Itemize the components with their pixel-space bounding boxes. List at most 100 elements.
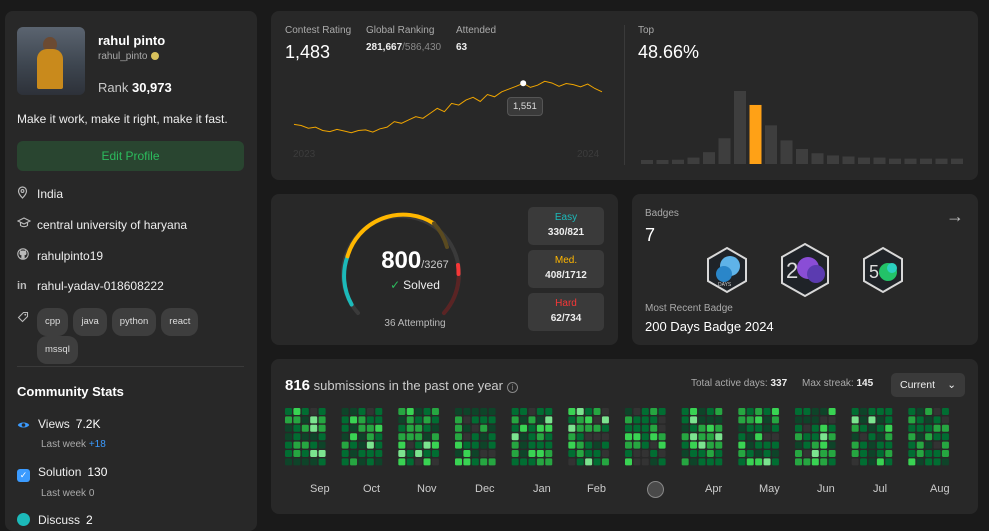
heatmap-cell[interactable] (301, 458, 309, 466)
heatmap-cell[interactable] (301, 433, 309, 441)
heatmap-cell[interactable] (690, 450, 698, 457)
heatmap-cell[interactable] (545, 416, 553, 424)
heatmap-cell[interactable] (820, 433, 828, 441)
heatmap-cell[interactable] (528, 416, 536, 424)
heatmap-cell[interactable] (601, 450, 609, 457)
heatmap-cell[interactable] (706, 424, 714, 432)
heatmap-cell[interactable] (375, 416, 383, 424)
heatmap-cell[interactable] (658, 458, 666, 466)
heatmap-cell[interactable] (746, 458, 754, 466)
heatmap-cell[interactable] (820, 416, 828, 424)
heatmap-cell[interactable] (763, 408, 771, 415)
histogram-bar[interactable] (656, 160, 669, 164)
heatmap-cell[interactable] (455, 408, 462, 415)
heatmap-cell[interactable] (545, 424, 553, 432)
heatmap-cell[interactable] (511, 424, 519, 432)
heatmap-cell[interactable] (860, 458, 868, 466)
heatmap-cell[interactable] (868, 450, 876, 457)
heatmap-cell[interactable] (406, 416, 414, 424)
heatmap-cell[interactable] (406, 433, 414, 441)
heatmap-cell[interactable] (431, 450, 439, 457)
heatmap-cell[interactable] (528, 458, 536, 466)
heatmap-cell[interactable] (650, 458, 658, 466)
heatmap-cell[interactable] (706, 458, 714, 466)
heatmap-cell[interactable] (415, 416, 423, 424)
heatmap-cell[interactable] (650, 416, 658, 424)
heatmap-cell[interactable] (480, 408, 488, 415)
heatmap-cell[interactable] (803, 408, 811, 415)
skill-tag[interactable]: java (73, 308, 107, 336)
heatmap-cell[interactable] (423, 441, 431, 449)
heatmap-cell[interactable] (375, 458, 383, 466)
heatmap-cell[interactable] (358, 416, 366, 424)
heatmap-cell[interactable] (633, 408, 641, 415)
heatmap-cell[interactable] (811, 408, 819, 415)
histogram-bar[interactable] (811, 153, 824, 164)
medium-box[interactable]: Med. 408/1712 (528, 250, 604, 288)
histogram-bar[interactable] (703, 152, 715, 164)
heatmap-cell[interactable] (471, 450, 479, 457)
heatmap-cell[interactable] (585, 433, 593, 441)
heatmap-cell[interactable] (803, 416, 811, 424)
heatmap-cell[interactable] (755, 408, 763, 415)
heatmap-cell[interactable] (568, 433, 576, 441)
heatmap-cell[interactable] (576, 424, 584, 432)
heatmap-cell[interactable] (318, 433, 326, 441)
heatmap-cell[interactable] (625, 458, 632, 466)
heatmap-cell[interactable] (350, 416, 358, 424)
heatmap-cell[interactable] (755, 441, 763, 449)
heatmap-cell[interactable] (755, 458, 763, 466)
heatmap-cell[interactable] (568, 424, 576, 432)
heatmap-cell[interactable] (511, 441, 519, 449)
heatmap-cell[interactable] (868, 416, 876, 424)
heatmap-cell[interactable] (431, 416, 439, 424)
heatmap-cell[interactable] (633, 441, 641, 449)
heatmap-cell[interactable] (318, 424, 326, 432)
heatmap-cell[interactable] (568, 408, 576, 415)
heatmap-cell[interactable] (463, 424, 471, 432)
heatmap-cell[interactable] (868, 408, 876, 415)
heatmap-cell[interactable] (876, 424, 884, 432)
heatmap-cell[interactable] (455, 441, 462, 449)
heatmap-cell[interactable] (811, 433, 819, 441)
heatmap-cell[interactable] (415, 433, 423, 441)
heatmap-cell[interactable] (431, 441, 439, 449)
heatmap-cell[interactable] (488, 433, 496, 441)
heatmap-cell[interactable] (771, 441, 779, 449)
heatmap-cell[interactable] (463, 458, 471, 466)
heatmap-cell[interactable] (633, 458, 641, 466)
heatmap-cell[interactable] (641, 408, 649, 415)
heatmap-cell[interactable] (811, 424, 819, 432)
heatmap-cell[interactable] (293, 441, 301, 449)
heatmap-cell[interactable] (828, 416, 836, 424)
heatmap-cell[interactable] (933, 441, 941, 449)
heatmap-cell[interactable] (738, 433, 746, 441)
heatmap-cell[interactable] (585, 424, 593, 432)
heatmap-cell[interactable] (406, 441, 414, 449)
heatmap-cell[interactable] (885, 450, 893, 457)
heatmap-cell[interactable] (358, 424, 366, 432)
heatmap-cell[interactable] (293, 433, 301, 441)
heatmap-cell[interactable] (593, 424, 601, 432)
heatmap-cell[interactable] (431, 433, 439, 441)
heatmap-cell[interactable] (463, 408, 471, 415)
heatmap-cell[interactable] (715, 416, 723, 424)
heatmap-cell[interactable] (925, 408, 933, 415)
info-icon[interactable]: i (506, 382, 518, 393)
heatmap-cell[interactable] (488, 441, 496, 449)
heatmap-cell[interactable] (528, 441, 536, 449)
heatmap-cell[interactable] (851, 441, 859, 449)
heatmap-cell[interactable] (415, 458, 423, 466)
heatmap-cell[interactable] (585, 408, 593, 415)
heatmap-cell[interactable] (795, 458, 802, 466)
heatmap-cell[interactable] (803, 433, 811, 441)
heatmap-cell[interactable] (641, 450, 649, 457)
heatmap-cell[interactable] (536, 458, 544, 466)
heatmap-cell[interactable] (625, 408, 632, 415)
heatmap-cell[interactable] (463, 433, 471, 441)
heatmap-cell[interactable] (641, 441, 649, 449)
heatmap-cell[interactable] (706, 416, 714, 424)
heatmap-cell[interactable] (828, 450, 836, 457)
heatmap-cell[interactable] (860, 433, 868, 441)
heatmap-cell[interactable] (463, 450, 471, 457)
